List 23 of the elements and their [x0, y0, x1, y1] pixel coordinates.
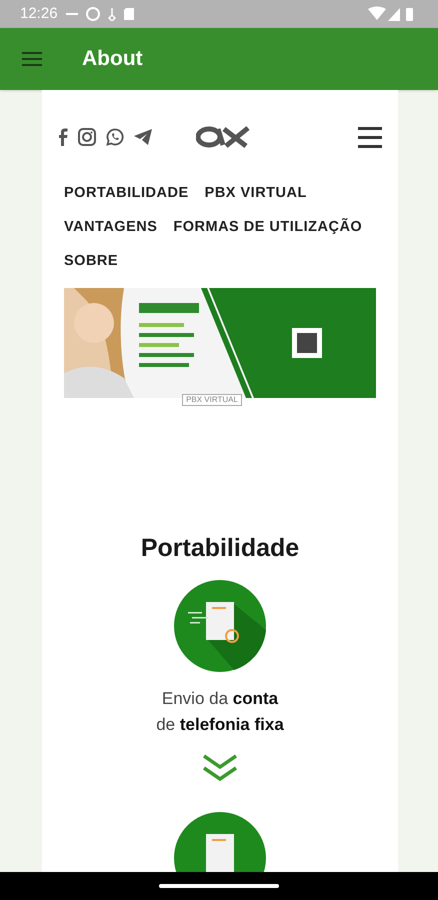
sd-card-icon [124, 8, 134, 20]
nav-link[interactable]: SOBRE [64, 244, 118, 278]
dash-icon [66, 13, 78, 15]
step-text: Envio da conta de telefonia fixa [156, 688, 284, 736]
facebook-icon[interactable] [58, 128, 68, 146]
section-heading: Portabilidade [140, 533, 300, 564]
globe-icon [86, 7, 100, 21]
banner-caption: PBX VIRTUAL [182, 394, 242, 406]
menu-icon[interactable] [358, 126, 382, 148]
nav-link[interactable]: FORMAS DE UTILIZAÇÃO [173, 210, 362, 244]
logo-drawing[interactable] [196, 126, 250, 148]
whatsapp-icon[interactable] [106, 128, 124, 146]
nav-link[interactable]: PBX VIRTUAL [204, 176, 307, 210]
double-chevron-icon [202, 754, 238, 782]
document-icon [174, 580, 266, 672]
home-handle[interactable] [159, 884, 279, 888]
app-bar-title: About [82, 46, 143, 72]
status-time: 12:26 [20, 4, 58, 24]
nav-link[interactable]: VANTAGENS [64, 210, 158, 244]
usb-icon [108, 8, 116, 20]
instagram-icon[interactable] [78, 128, 96, 146]
telegram-icon[interactable] [134, 129, 152, 145]
nav-link[interactable]: PORTABILIDADE [64, 176, 189, 210]
